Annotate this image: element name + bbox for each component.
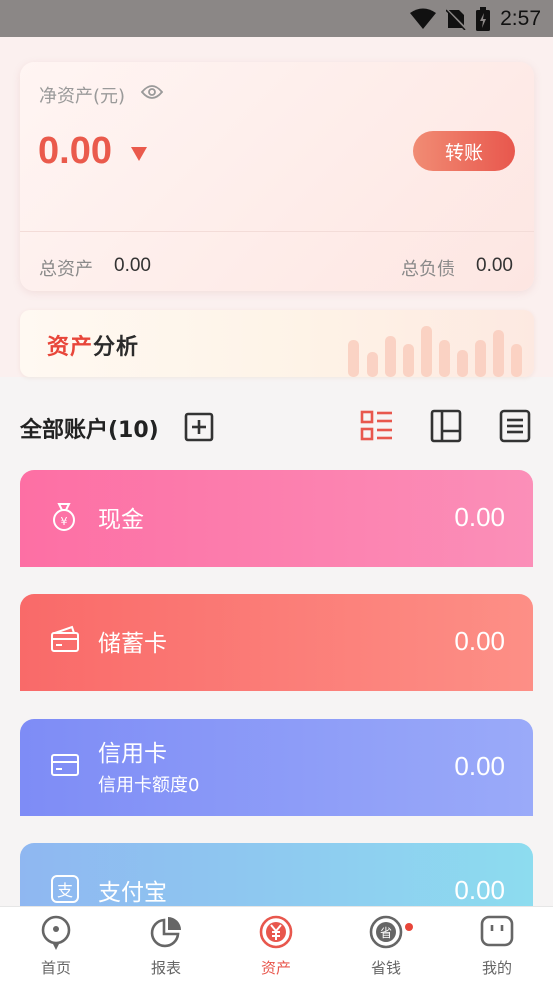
net-assets-card: 净资产(元) 0.00 转账 总资产 0.00 总负债 0.00 (20, 62, 534, 291)
tab-assets[interactable]: 资产 (221, 907, 331, 983)
status-time: 2:57 (500, 6, 541, 30)
bottom-tab-bar: 首页 报表 资产 省 省钱 我的 (0, 906, 553, 983)
svg-text:支: 支 (57, 881, 73, 900)
svg-text:¥: ¥ (61, 515, 68, 528)
wifi-icon (410, 8, 437, 30)
tab-label: 首页 (40, 959, 71, 977)
asset-analysis-title-part1: 资产 (47, 335, 94, 360)
yen-icon (259, 915, 293, 953)
account-card-debit[interactable]: 储蓄卡 0.00 (20, 594, 533, 691)
eye-icon[interactable] (140, 84, 164, 104)
all-accounts-title: 全部账户(10) (20, 418, 159, 443)
account-name: 现金 (98, 507, 144, 533)
tab-profile[interactable]: 我的 (442, 907, 552, 983)
account-subtitle: 信用卡额度0 (98, 775, 200, 796)
tab-save-money[interactable]: 省 省钱 (331, 907, 441, 983)
account-balance: 0.00 (454, 751, 505, 781)
tab-label: 我的 (481, 959, 512, 977)
total-debt-label: 总负债 (401, 259, 455, 280)
detail-view-icon[interactable] (499, 409, 531, 447)
account-name: 信用卡 (98, 741, 167, 767)
tab-reports[interactable]: 报表 (111, 907, 221, 983)
tab-home[interactable]: 首页 (1, 907, 111, 983)
svg-text:省: 省 (380, 926, 392, 940)
grid-view-icon[interactable] (430, 409, 462, 447)
account-card-credit[interactable]: 信用卡 信用卡额度0 0.00 (20, 719, 533, 816)
pie-chart-icon (149, 915, 183, 953)
account-card-alipay[interactable]: 支 支付宝 0.00 (20, 843, 533, 906)
net-assets-label: 净资产(元) (39, 86, 126, 107)
save-money-icon: 省 (369, 915, 403, 953)
tab-label: 省钱 (370, 959, 401, 977)
account-balance: 0.00 (454, 502, 505, 532)
triangle-down-icon[interactable] (131, 146, 147, 165)
credit-card-icon (50, 753, 80, 781)
add-account-icon[interactable] (184, 412, 214, 446)
battery-charging-icon (476, 6, 491, 31)
asset-analysis-banner[interactable]: 资产分析 (20, 310, 534, 377)
account-balance: 0.00 (454, 875, 505, 905)
status-bar: 2:57 (0, 0, 553, 37)
account-name: 储蓄卡 (98, 631, 167, 657)
total-debt-value: 0.00 (476, 255, 513, 276)
money-bag-icon: ¥ (50, 502, 78, 536)
home-icon (39, 915, 73, 955)
divider (20, 231, 534, 232)
transfer-button[interactable]: 转账 (413, 131, 515, 171)
total-assets-label: 总资产 (39, 259, 93, 280)
tab-label: 资产 (260, 959, 291, 977)
account-card-cash[interactable]: ¥ 现金 0.00 (20, 470, 533, 567)
asset-analysis-title: 资产分析 (47, 329, 139, 361)
alipay-icon: 支 (50, 874, 80, 908)
list-view-icon[interactable] (360, 409, 394, 447)
account-name: 支付宝 (98, 880, 167, 906)
asset-analysis-title-part2: 分析 (93, 335, 140, 360)
notification-dot (405, 923, 413, 931)
account-balance: 0.00 (454, 626, 505, 656)
total-assets-value: 0.00 (114, 255, 151, 276)
net-assets-value: 0.00 (38, 130, 112, 172)
no-sim-icon (446, 7, 467, 30)
bar-chart-decoration-icon (348, 326, 522, 377)
bank-card-icon (50, 625, 80, 657)
profile-icon (480, 915, 514, 953)
tab-label: 报表 (150, 959, 181, 977)
